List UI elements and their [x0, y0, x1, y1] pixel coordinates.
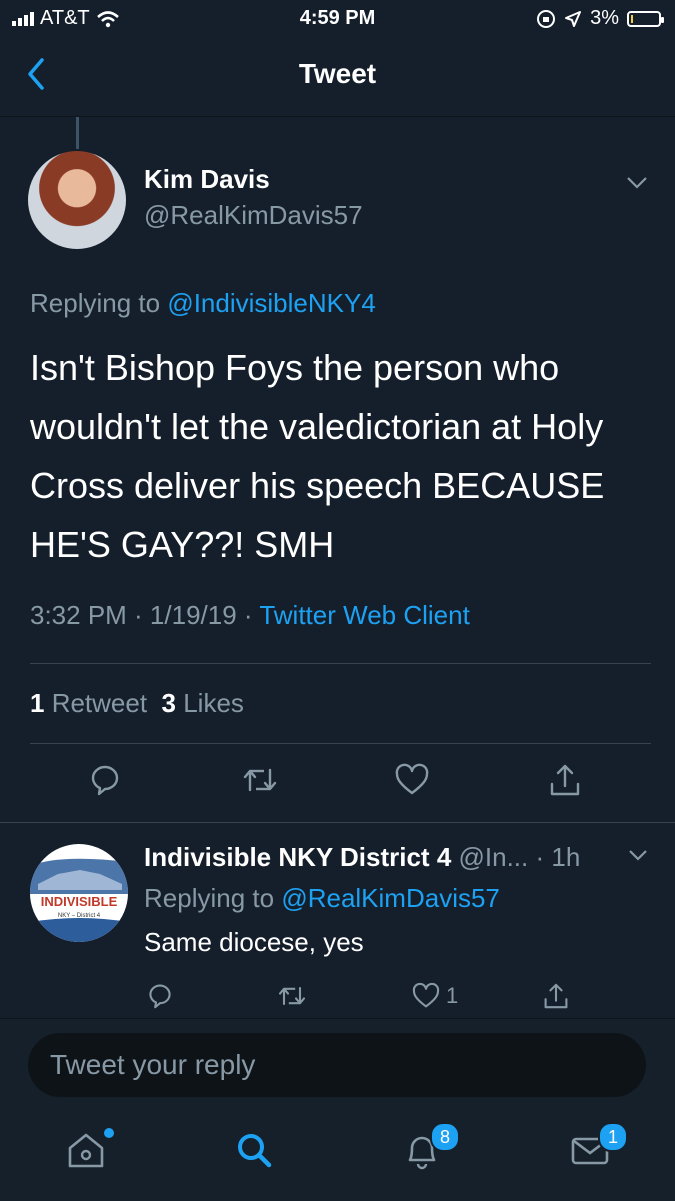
likes-link[interactable]: 3 Likes: [162, 688, 244, 718]
like-heart-icon[interactable]: [392, 760, 432, 800]
tab-search[interactable]: [232, 1128, 282, 1178]
reply-like-count: 1: [446, 983, 459, 1008]
battery-icon: [627, 10, 664, 27]
status-right: 3%: [536, 7, 664, 30]
home-icon: [68, 1133, 104, 1168]
notifications-badge: 8: [430, 1122, 460, 1152]
tweet-actions: [0, 760, 675, 810]
reply-replying-to: Replying to @RealKimDavis57: [144, 883, 500, 913]
divider: [0, 822, 675, 823]
tweet-meta: 3:32 PM · 1/19/19 · Twitter Web Client: [30, 600, 470, 631]
like-heart-icon: [412, 982, 440, 1008]
reply-replying-to-link[interactable]: @RealKimDavis57: [281, 883, 500, 913]
reply-author-handle: @In...: [451, 842, 529, 872]
retweet-icon[interactable]: [240, 760, 280, 800]
page-title: Tweet: [298, 58, 377, 89]
status-bar: AT&T 4:59 PM 3%: [0, 0, 675, 36]
reply-text: Same diocese, yes: [144, 927, 364, 957]
tab-notifications[interactable]: 8: [400, 1122, 460, 1178]
reply-author-name: Indivisible NKY District 4: [144, 842, 452, 872]
thread-connector: [76, 117, 79, 149]
tab-messages[interactable]: 1: [568, 1122, 628, 1178]
battery-percent: 3%: [590, 7, 619, 29]
reply-author-line[interactable]: Indivisible NKY District 4 @In... · 1h: [144, 842, 580, 873]
home-new-dot: [104, 1128, 114, 1138]
reply-icon[interactable]: [85, 760, 125, 800]
tweet-timestamp: 3:32 PM · 1/19/19 ·: [30, 600, 260, 630]
reply-time: · 1h: [528, 842, 581, 872]
author-avatar[interactable]: [28, 151, 126, 249]
replying-to: Replying to @IndivisibleNKY4: [30, 288, 376, 318]
retweet-icon[interactable]: [276, 978, 308, 1014]
nav-header: Tweet: [0, 36, 675, 117]
location-icon: [565, 10, 582, 27]
indivisible-logo: INDIVISIBLE NKY – District 4: [30, 858, 128, 942]
reply-actions: 1: [0, 978, 675, 1018]
share-icon[interactable]: [540, 978, 572, 1014]
tab-bar: 8 1: [0, 1110, 675, 1200]
reply-author-avatar[interactable]: INDIVISIBLE NKY – District 4: [30, 844, 128, 942]
search-icon: [238, 1134, 272, 1168]
tweet-client-link[interactable]: Twitter Web Client: [259, 600, 469, 630]
reply-icon[interactable]: [144, 978, 176, 1014]
engagement-counts: 1 Retweet 3 Likes: [30, 688, 244, 719]
messages-badge: 1: [598, 1122, 628, 1152]
svg-text:INDIVISIBLE: INDIVISIBLE: [41, 894, 118, 909]
tweet-text: Isn't Bishop Foys the person who wouldn'…: [30, 347, 605, 565]
reply-compose-input[interactable]: [28, 1033, 646, 1097]
replying-to-link[interactable]: @IndivisibleNKY4: [167, 288, 375, 318]
chevron-down-icon[interactable]: [628, 849, 648, 863]
author-name[interactable]: Kim Davis: [144, 164, 270, 195]
divider: [30, 743, 651, 744]
share-icon[interactable]: [545, 760, 585, 800]
chevron-down-icon[interactable]: [626, 176, 648, 190]
rotation-lock-icon: [537, 9, 556, 28]
retweets-link[interactable]: 1 Retweet: [30, 688, 147, 718]
author-handle[interactable]: @RealKimDavis57: [144, 200, 363, 231]
like-button[interactable]: 1: [410, 978, 458, 1014]
divider: [30, 663, 651, 664]
tab-home[interactable]: [64, 1128, 114, 1178]
